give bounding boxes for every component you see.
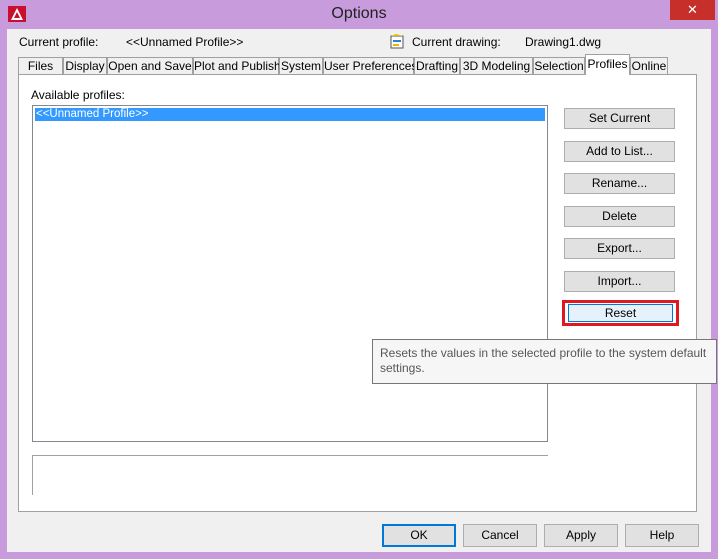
options-dialog: Options ✕ Current profile: <<Unnamed Pro…: [0, 0, 718, 559]
options-tab-bar: Files Display Open and Save Plot and Pub…: [18, 54, 698, 75]
reset-button[interactable]: Reset: [568, 304, 673, 322]
available-profiles-label: Available profiles:: [31, 88, 125, 102]
tab-profiles[interactable]: Profiles: [585, 54, 630, 75]
tab-online[interactable]: Online: [630, 57, 668, 74]
current-profile-label: Current profile:: [19, 35, 99, 49]
rename-button[interactable]: Rename...: [564, 173, 675, 194]
add-to-list-button[interactable]: Add to List...: [564, 141, 675, 162]
title-bar[interactable]: Options ✕: [0, 0, 718, 28]
current-drawing-value: Drawing1.dwg: [525, 35, 602, 49]
tab-files[interactable]: Files: [18, 57, 63, 74]
tab-display[interactable]: Display: [63, 57, 107, 74]
cancel-button[interactable]: Cancel: [463, 524, 537, 547]
tab-3d-modeling[interactable]: 3D Modeling: [460, 57, 533, 74]
ok-button[interactable]: OK: [382, 524, 456, 547]
tab-selection[interactable]: Selection: [533, 57, 585, 74]
profile-description-box: [32, 455, 548, 495]
delete-button[interactable]: Delete: [564, 206, 675, 227]
close-button[interactable]: ✕: [670, 0, 715, 20]
set-current-button[interactable]: Set Current: [564, 108, 675, 129]
export-button[interactable]: Export...: [564, 238, 675, 259]
tab-drafting[interactable]: Drafting: [414, 57, 460, 74]
reset-tooltip: Resets the values in the selected profil…: [372, 339, 717, 384]
tab-system[interactable]: System: [279, 57, 323, 74]
drawing-file-icon: [390, 34, 404, 49]
profiles-listbox[interactable]: <<Unnamed Profile>>: [32, 105, 548, 442]
tab-user-preferences[interactable]: User Preferences: [323, 57, 417, 74]
import-button[interactable]: Import...: [564, 271, 675, 292]
tab-plot-and-publish[interactable]: Plot and Publish: [193, 57, 281, 74]
profile-list-item[interactable]: <<Unnamed Profile>>: [35, 108, 545, 121]
dialog-body: Current profile: <<Unnamed Profile>> Cur…: [7, 29, 711, 552]
current-drawing-label: Current drawing:: [412, 35, 501, 49]
apply-button[interactable]: Apply: [544, 524, 618, 547]
tab-open-and-save[interactable]: Open and Save: [107, 57, 193, 74]
current-profile-value: <<Unnamed Profile>>: [126, 35, 244, 49]
window-title: Options: [331, 5, 387, 22]
profiles-panel: Available profiles: <<Unnamed Profile>> …: [18, 74, 697, 512]
help-button[interactable]: Help: [625, 524, 699, 547]
